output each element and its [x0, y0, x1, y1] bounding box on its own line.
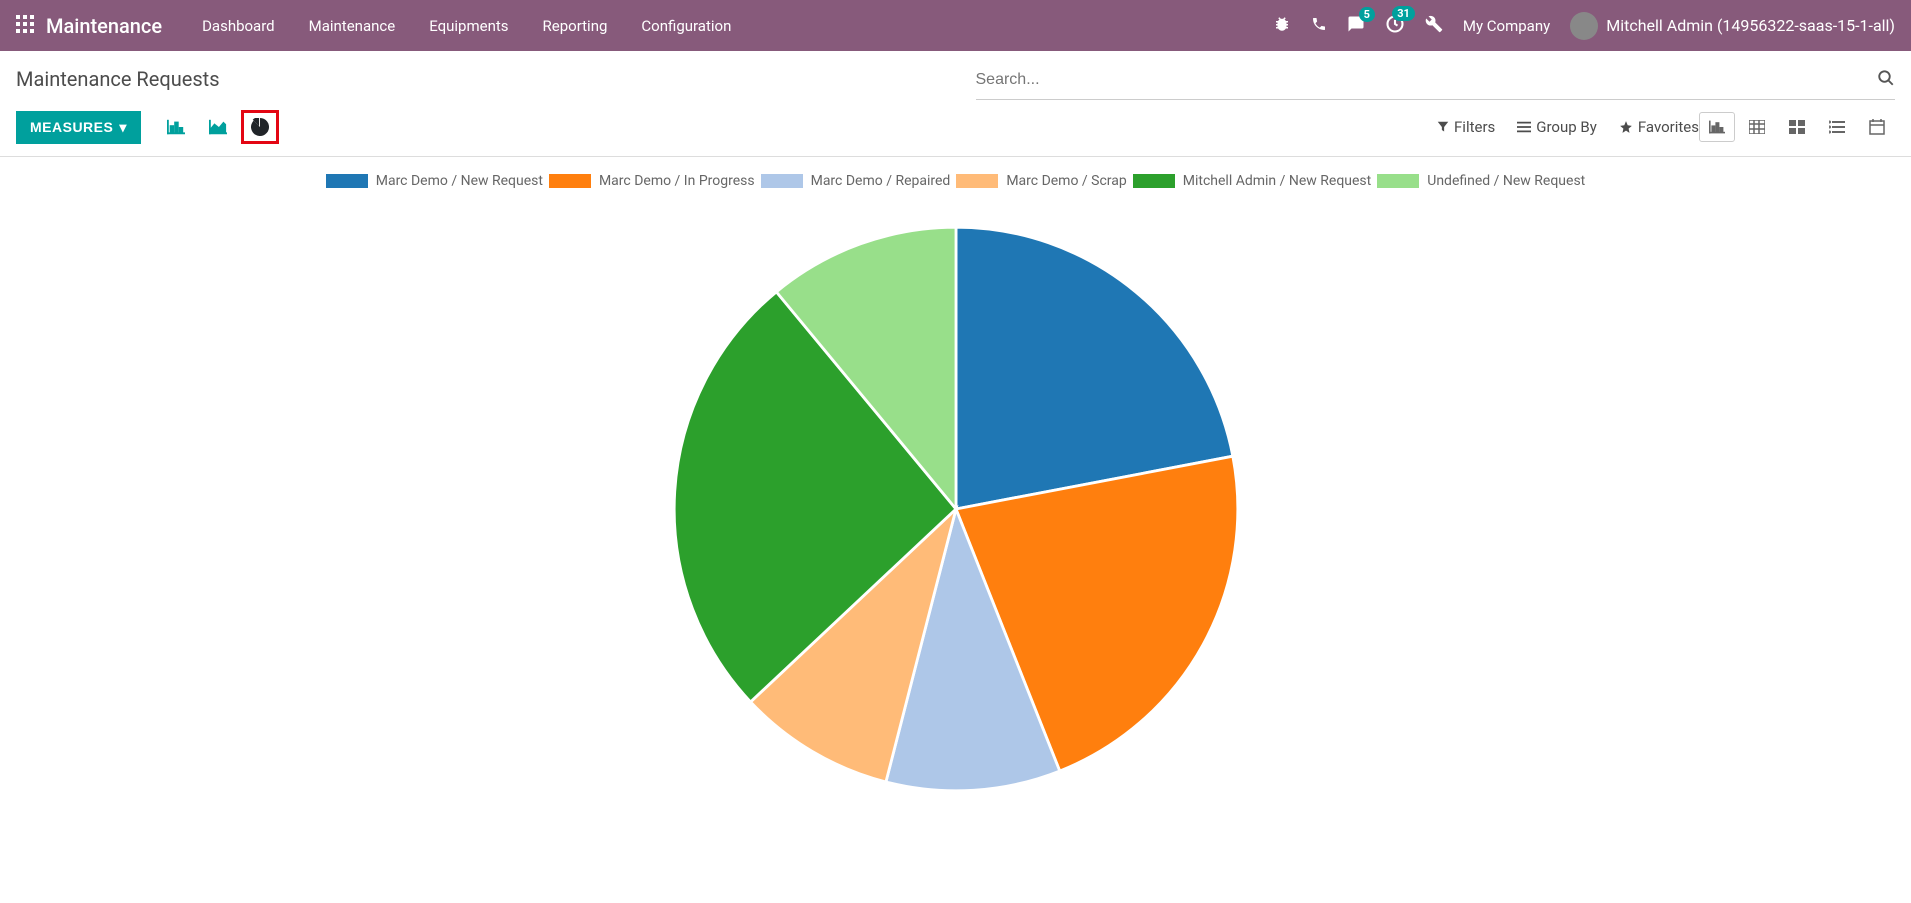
clock-icon[interactable]: 31: [1385, 14, 1405, 38]
measures-button[interactable]: MEASURES ▾: [16, 111, 141, 144]
nav-link-reporting[interactable]: Reporting: [543, 17, 608, 35]
user-menu[interactable]: Mitchell Admin (14956322-saas-15-1-all): [1570, 12, 1895, 40]
legend-swatch: [326, 174, 368, 188]
legend-swatch: [956, 174, 998, 188]
tools-icon[interactable]: [1425, 15, 1443, 37]
view-list-icon[interactable]: [1819, 112, 1855, 142]
clock-badge: 31: [1392, 6, 1415, 21]
chat-badge: 5: [1359, 7, 1375, 22]
search-icon[interactable]: [1877, 69, 1895, 91]
chart-area: Marc Demo / New Request Marc Demo / In Pr…: [0, 156, 1911, 835]
nav-link-maintenance[interactable]: Maintenance: [309, 17, 396, 35]
legend-item[interactable]: Marc Demo / New Request: [326, 173, 543, 189]
legend-swatch: [761, 174, 803, 188]
legend-item[interactable]: Undefined / New Request: [1377, 173, 1585, 189]
legend-label: Marc Demo / New Request: [376, 173, 543, 189]
control-panel: Maintenance Requests: [0, 51, 1911, 100]
groupby-button[interactable]: Group By: [1517, 118, 1597, 136]
groupby-label: Group By: [1536, 118, 1597, 136]
app-name[interactable]: Maintenance: [46, 14, 162, 38]
area-chart-icon[interactable]: [199, 110, 237, 144]
legend-label: Mitchell Admin / New Request: [1183, 173, 1371, 189]
view-switchers: [1699, 112, 1895, 142]
caret-down-icon: ▾: [119, 119, 127, 136]
legend-swatch: [549, 174, 591, 188]
toolbar: MEASURES ▾ Filters Group By Favorites: [0, 100, 1911, 156]
bar-chart-icon[interactable]: [157, 110, 195, 144]
filters-label: Filters: [1454, 118, 1495, 136]
favorites-label: Favorites: [1638, 118, 1699, 136]
measures-label: MEASURES: [30, 119, 113, 135]
view-pivot-icon[interactable]: [1739, 112, 1775, 142]
company-name[interactable]: My Company: [1463, 17, 1550, 35]
favorites-button[interactable]: Favorites: [1619, 118, 1699, 136]
view-kanban-icon[interactable]: [1779, 112, 1815, 142]
legend-swatch: [1133, 174, 1175, 188]
legend: Marc Demo / New Request Marc Demo / In Pr…: [16, 173, 1895, 189]
legend-item[interactable]: Marc Demo / Scrap: [956, 173, 1126, 189]
avatar: [1570, 12, 1598, 40]
pie-chart: [646, 199, 1266, 819]
legend-swatch: [1377, 174, 1419, 188]
user-name: Mitchell Admin (14956322-saas-15-1-all): [1606, 16, 1895, 35]
nav-right: 5 31 My Company Mitchell Admin (14956322…: [1273, 12, 1895, 40]
phone-icon[interactable]: [1311, 16, 1327, 36]
navbar: Maintenance Dashboard Maintenance Equipm…: [0, 0, 1911, 51]
legend-item[interactable]: Marc Demo / Repaired: [761, 173, 951, 189]
legend-label: Marc Demo / In Progress: [599, 173, 755, 189]
view-graph-icon[interactable]: [1699, 112, 1735, 142]
search-input[interactable]: [976, 65, 1878, 95]
filters-button[interactable]: Filters: [1437, 118, 1495, 136]
nav-link-equipments[interactable]: Equipments: [429, 17, 508, 35]
page-title: Maintenance Requests: [16, 61, 936, 97]
search-bar: [976, 61, 1896, 100]
nav-link-configuration[interactable]: Configuration: [641, 17, 731, 35]
view-calendar-icon[interactable]: [1859, 112, 1895, 142]
legend-label: Marc Demo / Scrap: [1006, 173, 1126, 189]
chat-icon[interactable]: 5: [1347, 15, 1365, 37]
legend-item[interactable]: Mitchell Admin / New Request: [1133, 173, 1371, 189]
nav-link-dashboard[interactable]: Dashboard: [202, 17, 275, 35]
legend-label: Marc Demo / Repaired: [811, 173, 951, 189]
legend-label: Undefined / New Request: [1427, 173, 1585, 189]
legend-item[interactable]: Marc Demo / In Progress: [549, 173, 755, 189]
bug-icon[interactable]: [1273, 15, 1291, 37]
apps-icon[interactable]: [16, 15, 34, 37]
chart-types: [157, 110, 279, 144]
pie-chart-icon[interactable]: [241, 110, 279, 144]
nav-links: Dashboard Maintenance Equipments Reporti…: [202, 17, 731, 35]
search-options: Filters Group By Favorites: [1437, 118, 1699, 136]
